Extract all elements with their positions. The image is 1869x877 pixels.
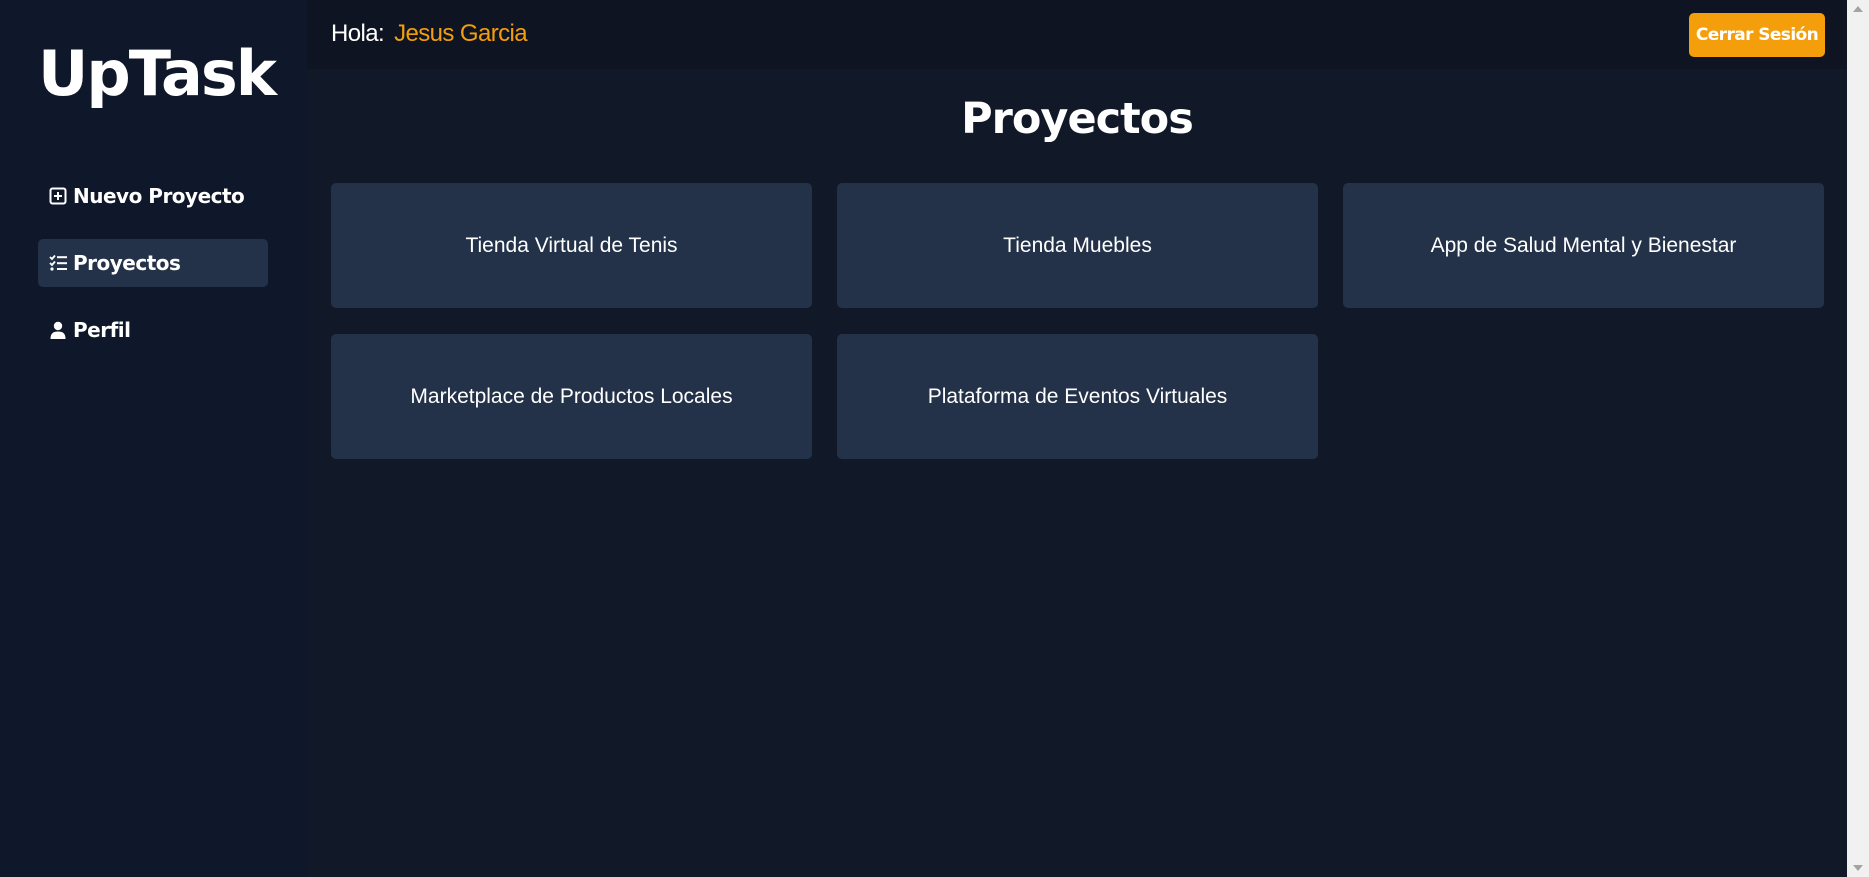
user-icon [50, 321, 66, 339]
project-card[interactable]: App de Salud Mental y Bienestar [1343, 183, 1824, 308]
logout-button[interactable]: Cerrar Sesión [1689, 13, 1825, 57]
sidebar-item-label: Perfil [73, 318, 131, 342]
app-window: UpTask Nuevo Proyecto Proyectos Perfil H… [0, 0, 1869, 877]
sidebar: UpTask Nuevo Proyecto Proyectos Perfil [0, 0, 307, 877]
project-card[interactable]: Plataforma de Eventos Virtuales [837, 334, 1318, 459]
app-logo[interactable]: UpTask [38, 36, 277, 112]
page-title: Proyectos [961, 94, 1194, 144]
top-bar: Hola: Jesus Garcia Cerrar Sesión [307, 0, 1847, 69]
vertical-scrollbar[interactable] [1847, 0, 1869, 877]
plus-square-icon [49, 187, 67, 205]
sidebar-item-label: Proyectos [73, 251, 181, 275]
sidebar-item-perfil[interactable]: Perfil [38, 306, 268, 354]
main-content: Proyectos Tienda Virtual de Tenis Tienda… [307, 69, 1847, 877]
sidebar-item-nuevo-proyecto[interactable]: Nuevo Proyecto [38, 172, 268, 220]
project-card[interactable]: Tienda Muebles [837, 183, 1318, 308]
sidebar-item-label: Nuevo Proyecto [73, 184, 245, 208]
list-check-icon [49, 254, 67, 271]
user-name: Jesus Garcia [394, 20, 527, 47]
projects-grid: Tienda Virtual de Tenis Tienda Muebles A… [331, 183, 1824, 459]
greeting-label: Hola: [331, 20, 385, 47]
sidebar-item-proyectos[interactable]: Proyectos [38, 239, 268, 287]
project-card[interactable]: Tienda Virtual de Tenis [331, 183, 812, 308]
sidebar-nav: Nuevo Proyecto Proyectos Perfil [38, 172, 268, 373]
scroll-down-arrow-icon[interactable] [1853, 865, 1863, 871]
project-card[interactable]: Marketplace de Productos Locales [331, 334, 812, 459]
greeting: Hola: Jesus Garcia [331, 20, 528, 48]
scroll-up-arrow-icon[interactable] [1853, 6, 1863, 12]
